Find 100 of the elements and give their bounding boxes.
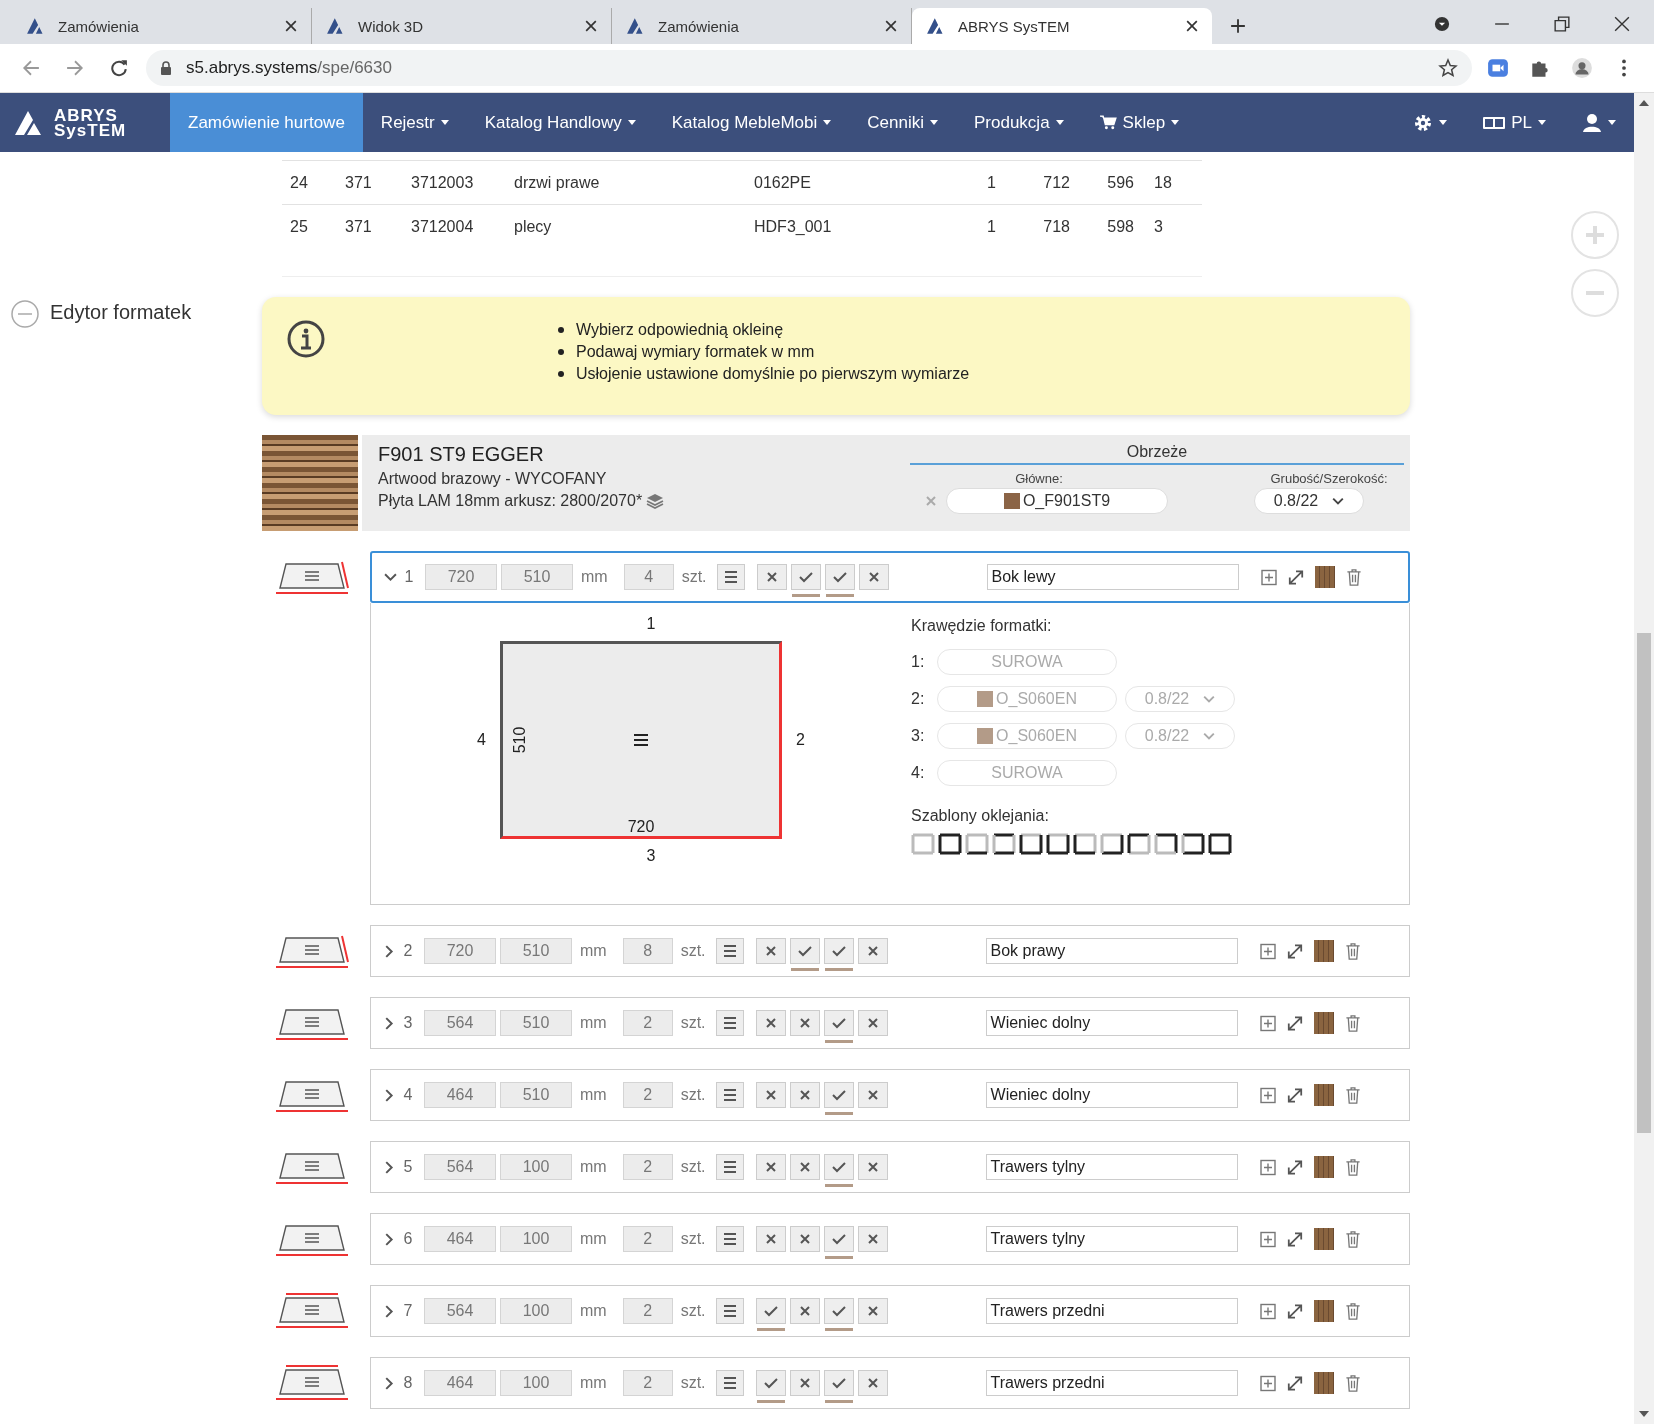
add-icon[interactable] xyxy=(1259,1374,1276,1392)
nav-menu-item[interactable]: Cenniki xyxy=(849,93,956,152)
edge-template-icon[interactable] xyxy=(1154,833,1178,855)
resize-icon[interactable] xyxy=(1287,568,1304,586)
forward-icon[interactable] xyxy=(66,59,84,77)
quantity-field[interactable]: 8 xyxy=(622,938,673,964)
video-icon[interactable] xyxy=(1487,57,1509,79)
browser-tab[interactable]: Widok 3D xyxy=(312,8,612,44)
expand-toggle-icon[interactable] xyxy=(383,1088,396,1102)
name-field[interactable]: Wieniec dolny xyxy=(985,1082,1238,1108)
edge-template-icon[interactable] xyxy=(1019,833,1043,855)
name-field[interactable]: Wieniec dolny xyxy=(985,1010,1238,1036)
quantity-field[interactable]: 2 xyxy=(622,1370,673,1396)
scroll-up-icon[interactable] xyxy=(1639,100,1649,106)
edge-on-button[interactable] xyxy=(823,1082,854,1116)
edge-template-icon[interactable] xyxy=(965,833,989,855)
nav-menu-item[interactable]: Zamówienie hurtowe xyxy=(170,93,363,152)
edge-on-button[interactable] xyxy=(823,1370,854,1404)
nav-menu-item[interactable]: Katalog Handlowy xyxy=(466,93,654,152)
edge-on-button[interactable] xyxy=(755,1370,786,1404)
resize-icon[interactable] xyxy=(1286,1230,1303,1248)
expand-toggle-icon[interactable] xyxy=(383,1376,396,1390)
height-field[interactable]: 100 xyxy=(500,1298,572,1324)
edge-template-icon[interactable] xyxy=(992,833,1016,855)
edge-template-icon[interactable] xyxy=(1073,833,1097,855)
nav-menu-item[interactable]: Produkcja xyxy=(956,93,1082,152)
wood-swatch[interactable] xyxy=(1313,1372,1334,1394)
wood-swatch[interactable] xyxy=(1313,1228,1334,1250)
width-field[interactable]: 720 xyxy=(424,938,496,964)
grain-button[interactable] xyxy=(715,1010,744,1036)
back-icon[interactable] xyxy=(22,59,40,77)
close-icon[interactable] xyxy=(585,20,597,32)
close-icon[interactable] xyxy=(1614,16,1630,32)
resize-icon[interactable] xyxy=(1286,1158,1303,1176)
height-field[interactable]: 510 xyxy=(500,1010,572,1036)
resize-icon[interactable] xyxy=(1286,1086,1303,1104)
edge-on-button[interactable] xyxy=(755,1298,786,1332)
trash-icon[interactable] xyxy=(1344,1014,1361,1032)
edge-template-icon[interactable] xyxy=(1181,833,1205,855)
quantity-field[interactable]: 2 xyxy=(622,1154,673,1180)
grain-button[interactable] xyxy=(715,1370,744,1396)
star-icon[interactable] xyxy=(1438,58,1458,78)
resize-icon[interactable] xyxy=(1286,942,1303,960)
wood-swatch[interactable] xyxy=(1314,566,1335,588)
trash-icon[interactable] xyxy=(1344,942,1361,960)
quantity-field[interactable]: 2 xyxy=(622,1226,673,1252)
new-tab-icon[interactable] xyxy=(1230,18,1246,34)
address-field[interactable]: s5.abrys.systems/spe/6630 xyxy=(146,50,1472,86)
grain-button[interactable] xyxy=(715,1298,744,1324)
close-icon[interactable] xyxy=(285,20,297,32)
grain-button[interactable] xyxy=(715,1154,744,1180)
tab-search-icon[interactable] xyxy=(1434,16,1450,32)
edge-on-button[interactable] xyxy=(789,938,820,972)
trash-icon[interactable] xyxy=(1344,1302,1361,1320)
restore-icon[interactable] xyxy=(1554,16,1570,32)
reload-icon[interactable] xyxy=(110,59,128,77)
quantity-field[interactable]: 2 xyxy=(622,1298,673,1324)
height-field[interactable]: 100 xyxy=(500,1154,572,1180)
width-field[interactable]: 464 xyxy=(424,1226,496,1252)
close-icon[interactable] xyxy=(1186,20,1198,32)
expand-toggle-icon[interactable] xyxy=(383,944,396,958)
wood-swatch[interactable] xyxy=(1313,1300,1334,1322)
add-icon[interactable] xyxy=(1259,942,1276,960)
edge-template-icon[interactable] xyxy=(938,833,962,855)
width-field[interactable]: 720 xyxy=(425,564,497,590)
profile-icon[interactable] xyxy=(1571,57,1593,79)
grain-button[interactable] xyxy=(716,564,745,590)
edge-on-button[interactable] xyxy=(824,564,855,598)
height-field[interactable]: 100 xyxy=(500,1370,572,1396)
resize-icon[interactable] xyxy=(1286,1374,1303,1392)
expand-toggle-icon[interactable] xyxy=(383,1016,396,1030)
edge-template-icon[interactable] xyxy=(1127,833,1151,855)
wood-swatch[interactable] xyxy=(1313,1012,1334,1034)
height-field[interactable]: 510 xyxy=(500,1082,572,1108)
quantity-field[interactable]: 4 xyxy=(623,564,674,590)
grain-button[interactable] xyxy=(715,1226,744,1252)
add-icon[interactable] xyxy=(1259,1230,1276,1248)
edge-on-button[interactable] xyxy=(823,1010,854,1044)
wood-swatch[interactable] xyxy=(1313,1084,1334,1106)
add-icon[interactable] xyxy=(1259,1014,1276,1032)
trash-icon[interactable] xyxy=(1344,1374,1361,1392)
edge-band-field[interactable]: O_F901ST9 xyxy=(946,488,1168,514)
edge-on-button[interactable] xyxy=(823,938,854,972)
layers-icon[interactable] xyxy=(646,493,665,509)
width-field[interactable]: 564 xyxy=(424,1298,496,1324)
scrollbar-thumb[interactable] xyxy=(1637,633,1651,1133)
wood-swatch[interactable] xyxy=(1313,940,1334,962)
grain-button[interactable] xyxy=(715,938,744,964)
scrollbar-track[interactable] xyxy=(1634,93,1654,1424)
thickness-select[interactable]: 0.8/22 xyxy=(1254,488,1364,514)
edge-on-button[interactable] xyxy=(790,564,821,598)
browser-tab[interactable]: Zamówienia xyxy=(12,8,312,44)
scroll-down-icon[interactable] xyxy=(1639,1411,1649,1417)
trash-icon[interactable] xyxy=(1344,1230,1361,1248)
name-field[interactable]: Trawers przedni xyxy=(985,1298,1238,1324)
add-icon[interactable] xyxy=(1259,1158,1276,1176)
expand-toggle-icon[interactable] xyxy=(383,1232,396,1246)
edge-on-button[interactable] xyxy=(823,1154,854,1188)
name-field[interactable]: Trawers tylny xyxy=(985,1226,1238,1252)
name-field[interactable]: Trawers tylny xyxy=(985,1154,1238,1180)
